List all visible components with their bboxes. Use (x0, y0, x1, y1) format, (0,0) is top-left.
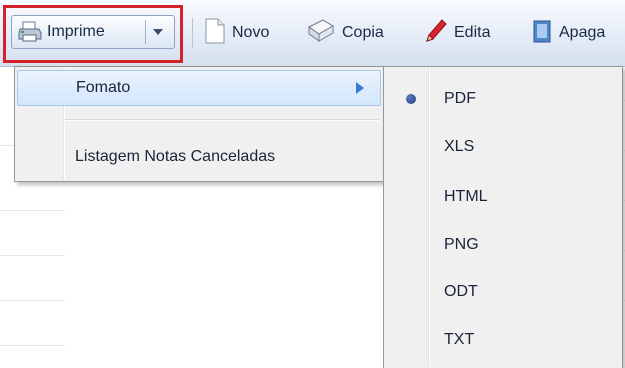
grid-line (0, 300, 65, 301)
printer-icon (18, 21, 42, 43)
split-separator (145, 20, 146, 44)
apaga-button[interactable]: Apaga (531, 18, 605, 48)
toolbar-separator (192, 18, 193, 48)
submenu-item-label: PDF (444, 90, 476, 107)
submenu-item-txt[interactable]: TXT (386, 322, 620, 358)
grid-line (0, 345, 65, 346)
formato-submenu: PDF XLS HTML PNG ODT TXT (383, 66, 623, 368)
imprime-menu: Fomato Listagem Notas Canceladas (14, 66, 384, 182)
edita-button[interactable]: Edita (424, 18, 490, 48)
menu-item-listagem-notas-canceladas[interactable]: Listagem Notas Canceladas (17, 139, 381, 175)
copy-icon (306, 18, 336, 48)
submenu-item-png[interactable]: PNG (386, 227, 620, 263)
edita-label: Edita (454, 24, 491, 41)
apaga-label: Apaga (559, 24, 606, 41)
submenu-item-label: PNG (444, 236, 479, 253)
submenu-item-xls[interactable]: XLS (386, 129, 620, 165)
grid-line (0, 210, 65, 211)
menu-item-label: Fomato (76, 79, 131, 96)
chevron-down-icon[interactable] (153, 29, 163, 35)
toolbar: Imprime Novo Copia Edita Apaga (0, 0, 625, 67)
radio-bullet-icon (406, 94, 416, 104)
menu-item-fomato[interactable]: Fomato (17, 70, 381, 106)
copia-button[interactable]: Copia (306, 18, 384, 48)
imprime-label: Imprime (47, 23, 105, 40)
chevron-right-icon (356, 82, 364, 94)
novo-button[interactable]: Novo (204, 18, 269, 48)
menu-item-label: Listagem Notas Canceladas (75, 148, 276, 165)
grid-line (0, 255, 65, 256)
submenu-item-html[interactable]: HTML (386, 179, 620, 215)
submenu-item-label: HTML (444, 188, 488, 205)
novo-label: Novo (232, 24, 270, 41)
delete-icon (531, 18, 553, 48)
imprime-split-button[interactable]: Imprime (11, 15, 175, 49)
submenu-item-pdf[interactable]: PDF (386, 81, 620, 117)
submenu-item-label: ODT (444, 283, 478, 300)
submenu-item-label: XLS (444, 138, 475, 155)
pencil-icon (424, 18, 448, 48)
submenu-item-odt[interactable]: ODT (386, 274, 620, 310)
menu-divider (65, 119, 379, 121)
submenu-item-label: TXT (444, 331, 475, 348)
new-document-icon (204, 18, 226, 48)
copia-label: Copia (342, 24, 384, 41)
